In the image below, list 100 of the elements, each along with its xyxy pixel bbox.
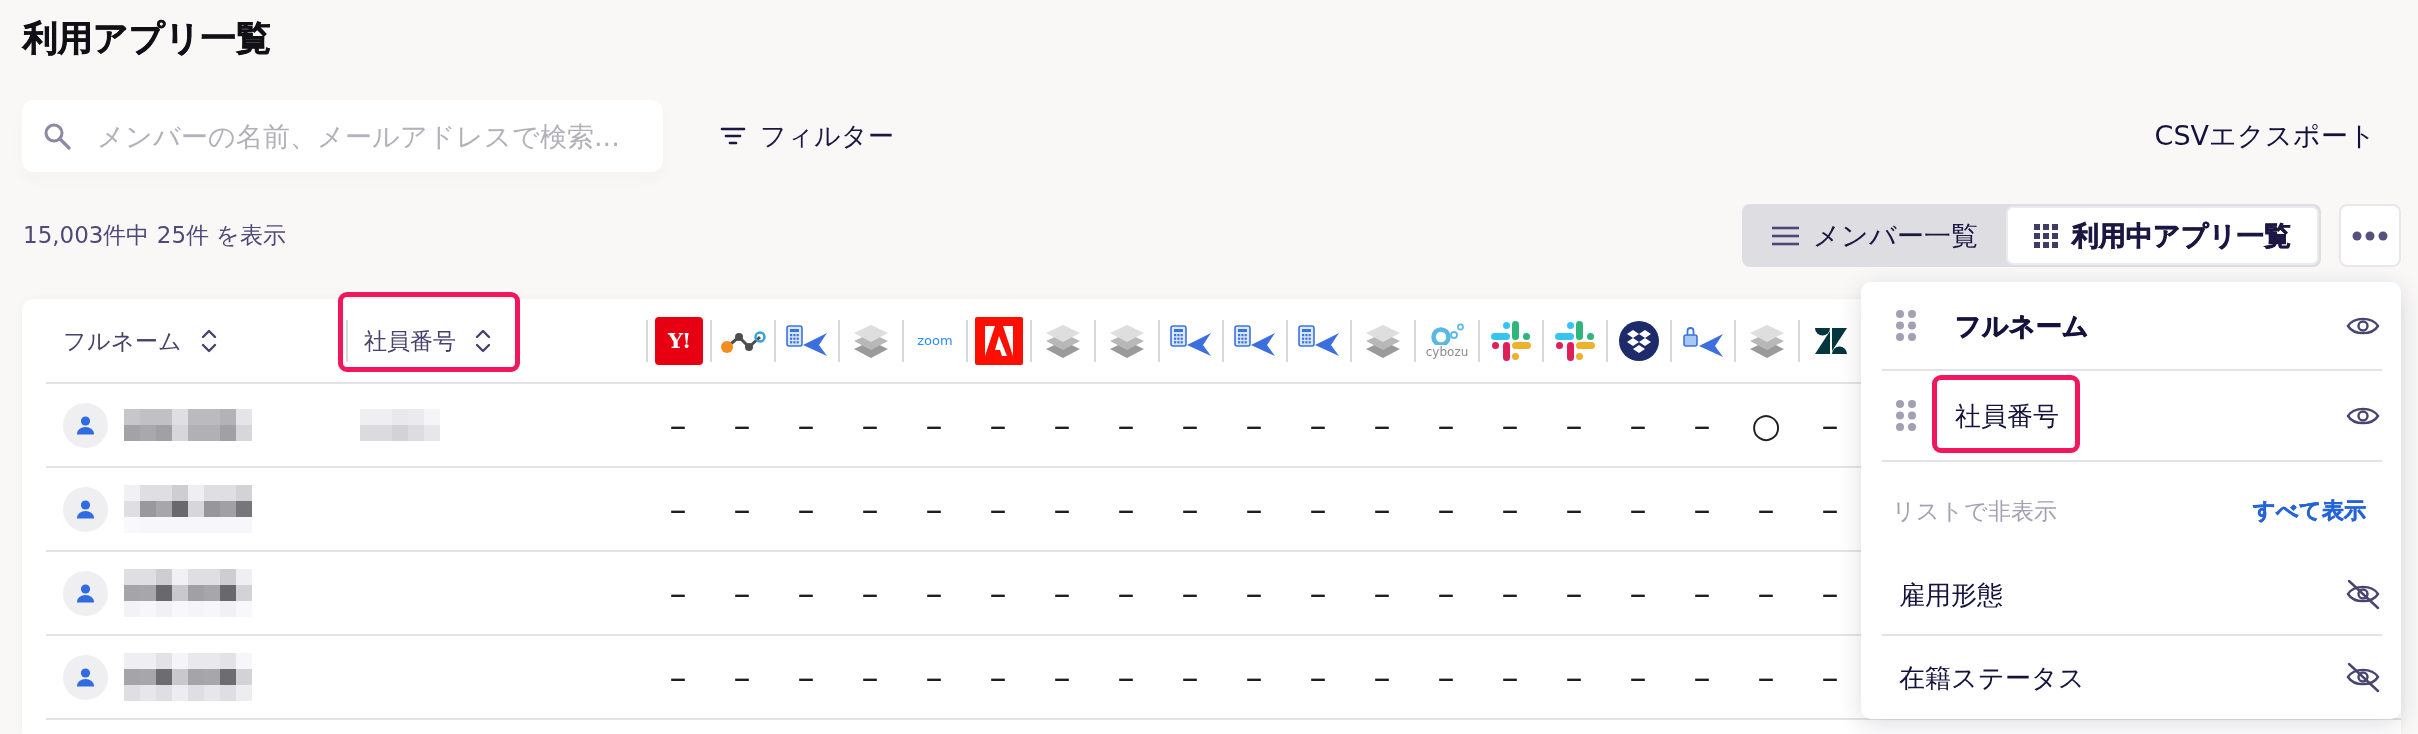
table-cell-text: – (1628, 405, 1648, 445)
table-cell-text: – (1500, 405, 1520, 445)
grid-icon (2034, 223, 2058, 248)
table-cell-text: – (1116, 657, 1136, 697)
table-cell-text: – (1244, 657, 1264, 697)
show-all-link[interactable]: すべて表示 (2253, 496, 2366, 526)
table-cell-text: – (924, 489, 944, 529)
column-header[interactable]: フルネーム (63, 325, 182, 356)
more-icon (2352, 230, 2388, 241)
table-cell-text: – (1308, 573, 1328, 613)
table-cell-text: – (1564, 489, 1584, 529)
table-cell-text: – (732, 405, 752, 445)
table-cell-text: – (1244, 573, 1264, 613)
eye-off-icon[interactable] (2346, 579, 2380, 611)
hash-logo-icon (1489, 318, 1533, 363)
a-logo-icon (975, 316, 1023, 365)
table-cell-text: – (924, 657, 944, 697)
table-cell-text: – (796, 573, 816, 613)
table-cell-text: – (1628, 573, 1648, 613)
table-cell-text: – (1500, 657, 1520, 697)
table-cell-text: – (668, 573, 688, 613)
app-logo: cybozu (1425, 345, 1469, 359)
table-cell-text: – (1052, 657, 1072, 697)
more-button[interactable] (2339, 204, 2401, 267)
table-cell-text: – (924, 405, 944, 445)
csv-export-button[interactable]: CSVエクスポート (2154, 112, 2376, 160)
table-cell-text: – (1052, 573, 1072, 613)
table-cell-text: – (1180, 573, 1200, 613)
table-cell-text: – (1756, 489, 1776, 529)
table-cell-text: – (1436, 573, 1456, 613)
eye-off-icon[interactable] (2346, 661, 2380, 694)
table-cell-text: – (1372, 489, 1392, 529)
table-cell-text: – (1308, 405, 1328, 445)
table-cell-text: – (988, 657, 1008, 697)
table-cell-text: – (796, 405, 816, 445)
table-cell-text: – (668, 657, 688, 697)
table-cell-text: – (1564, 573, 1584, 613)
view-tab[interactable]: 利用中アプリ一覧 (2006, 206, 2319, 265)
table-cell-text: – (1116, 573, 1136, 613)
table-cell-text: – (1116, 489, 1136, 529)
result-count: 15,003件中 25件 を表示 (22, 221, 287, 250)
table-cell-text: – (1244, 405, 1264, 445)
table-cell-text: – (924, 573, 944, 613)
list-icon (1772, 225, 1799, 246)
app-logo: Y! (655, 316, 703, 365)
table-cell-text: – (1500, 573, 1520, 613)
table-cell-text: – (1564, 405, 1584, 445)
table-cell-text: – (732, 573, 752, 613)
table-cell-text: – (796, 657, 816, 697)
hash-logo-icon (1553, 318, 1597, 363)
table-cell-text: – (1628, 489, 1648, 529)
table-cell-text: – (988, 489, 1008, 529)
section-label: リストで非表示 (1892, 496, 2057, 526)
table-cell-text: – (668, 405, 688, 445)
box-logo-icon (1619, 320, 1659, 361)
table-cell-text: – (668, 489, 688, 529)
table-cell-text: – (1756, 573, 1776, 613)
table-cell-text: – (1628, 657, 1648, 697)
rings-icon (1430, 322, 1464, 345)
table-cell-text: – (1820, 573, 1840, 613)
search-field[interactable]: メンバーの名前、メールアドレスで検索... (22, 100, 663, 172)
table-cell-text: – (1052, 405, 1072, 445)
table-cell-text: – (1500, 489, 1520, 529)
table-cell-text: – (860, 489, 880, 529)
table-cell-text: – (1692, 573, 1712, 613)
table-cell-text: – (1692, 405, 1712, 445)
table-cell-text: – (1756, 657, 1776, 697)
drag-handle-icon[interactable] (1896, 310, 1916, 341)
calculator-plane-icon (1170, 324, 1212, 357)
app-logo: zoom (917, 333, 953, 348)
table-cell-text: – (1180, 489, 1200, 529)
table-cell-text: – (1820, 489, 1840, 529)
table-cell-text: – (1308, 489, 1328, 529)
table-cell-text: – (1436, 489, 1456, 529)
drag-handle-icon[interactable] (1896, 400, 1916, 431)
column-name: 社員番号 (1955, 399, 2059, 432)
table-cell-text: – (1820, 657, 1840, 697)
table-cell-text: – (860, 573, 880, 613)
calculator-plane-icon (786, 324, 828, 357)
avatar-icon (63, 402, 108, 448)
table-cell-text: – (796, 489, 816, 529)
table-cell-text: – (1372, 573, 1392, 613)
sort-icon[interactable] (474, 327, 492, 354)
calculator-plane-icon (1234, 324, 1276, 357)
column-name: フルネーム (1955, 309, 2089, 342)
sort-icon[interactable] (200, 327, 218, 354)
column-name: 在籍ステータス (1899, 661, 2085, 694)
table-cell-text: – (1692, 489, 1712, 529)
table-cell-text: – (1564, 657, 1584, 697)
avatar-icon (63, 654, 108, 700)
table-cell-text: – (1820, 405, 1840, 445)
table-cell-text: – (1308, 657, 1328, 697)
column-header[interactable]: 社員番号 (364, 325, 456, 356)
table-cell-text: – (860, 657, 880, 697)
table-cell-text: – (1180, 657, 1200, 697)
filter-button[interactable]: フィルター (720, 112, 894, 160)
table-cell-text: – (1436, 405, 1456, 445)
view-tab[interactable]: メンバー一覧 (1744, 206, 2006, 265)
table-cell-text: – (860, 405, 880, 445)
table-cell-text: – (1692, 657, 1712, 697)
